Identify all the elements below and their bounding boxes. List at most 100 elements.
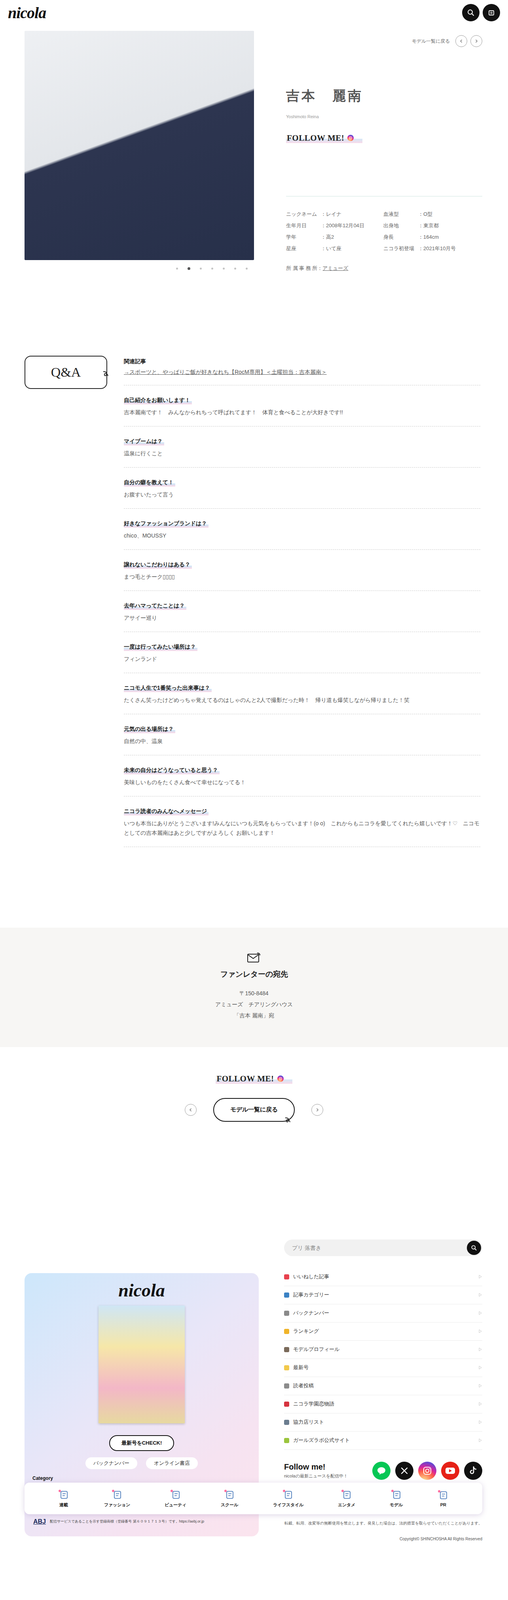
- info-row: 身長：164cm: [383, 233, 483, 241]
- answer: アサイー巡り: [123, 613, 481, 624]
- menu-item-label[interactable]: 読者投稿: [293, 1383, 475, 1391]
- category-item[interactable]: エンタメ: [337, 1490, 356, 1510]
- category-item[interactable]: PR: [437, 1490, 450, 1509]
- carousel-dot[interactable]: [211, 267, 214, 270]
- footer-menu-item[interactable]: ガールズラボ公式サイト: [284, 1433, 483, 1452]
- carousel-dots: [24, 266, 254, 271]
- instagram-icon[interactable]: [422, 1467, 433, 1477]
- footer-menu-item[interactable]: 協力店リスト: [284, 1414, 483, 1434]
- check-latest-text[interactable]: 最新号をCHECK!: [121, 1440, 163, 1449]
- prev-arrow-icon[interactable]: [184, 1105, 197, 1117]
- footer-menu-item[interactable]: いいねした記事: [284, 1269, 483, 1288]
- footer-menu-item[interactable]: ランキング: [284, 1323, 483, 1343]
- next-arrow-icon[interactable]: [470, 35, 483, 48]
- info-row: 星座：いて座: [286, 245, 384, 253]
- follow-me-text[interactable]: FOLLOW ME!: [216, 1074, 274, 1085]
- menu-item-label[interactable]: ニコラ学園恋物語: [293, 1401, 475, 1409]
- category-icon[interactable]: [282, 1490, 294, 1502]
- arrow-icon: [478, 1366, 483, 1371]
- category-item[interactable]: スクール: [220, 1490, 239, 1510]
- carousel-dot[interactable]: [199, 267, 202, 270]
- menu-icon[interactable]: [482, 3, 501, 22]
- category-item[interactable]: モデル: [389, 1490, 403, 1510]
- instagram-icon[interactable]: [347, 134, 354, 142]
- category-icon[interactable]: [169, 1490, 182, 1502]
- social-link[interactable]: [441, 1463, 460, 1482]
- social-link[interactable]: [395, 1463, 414, 1482]
- issue-link[interactable]: バックナンバー: [85, 1458, 138, 1471]
- follow-me-text[interactable]: FOLLOW ME!: [286, 133, 345, 144]
- site-logo[interactable]: nicola: [7, 3, 46, 23]
- tiktok-icon[interactable]: [468, 1467, 478, 1477]
- category-icon[interactable]: [57, 1490, 70, 1502]
- footer-left: nicola最新号をCHECK!バックナンバーオンライン書店ABJ配信サービスで…: [24, 1240, 259, 1538]
- follow-me-badge[interactable]: FOLLOW ME!: [215, 1074, 292, 1085]
- abj-logo[interactable]: ABJ: [33, 1519, 46, 1527]
- magazine-cover[interactable]: [98, 1306, 185, 1425]
- menu-item-label[interactable]: モデルプロフィール: [293, 1347, 475, 1355]
- carousel-dot[interactable]: [234, 267, 237, 270]
- line-icon[interactable]: [376, 1467, 387, 1477]
- search-icon[interactable]: [462, 3, 480, 22]
- category-icon[interactable]: [223, 1490, 236, 1502]
- footer-menu-item[interactable]: 読者投稿: [284, 1378, 483, 1397]
- qa-item: マイブームは？温泉に行くこと: [123, 426, 481, 469]
- next-arrow-icon[interactable]: [311, 1105, 324, 1117]
- menu-item-label[interactable]: 協力店リスト: [293, 1419, 475, 1428]
- footer-menu-item[interactable]: 最新号: [284, 1360, 483, 1379]
- footer-menu-item[interactable]: モデルプロフィール: [284, 1342, 483, 1361]
- category-heading: Category: [24, 1476, 483, 1483]
- social-link[interactable]: [464, 1463, 483, 1482]
- menu-item-label[interactable]: 記事カテゴリー: [293, 1292, 475, 1300]
- carousel-dot[interactable]: [176, 267, 179, 270]
- card-logo[interactable]: nicola: [118, 1281, 165, 1303]
- category-label[interactable]: 連載: [59, 1503, 69, 1510]
- check-latest-button[interactable]: 最新号をCHECK!: [109, 1436, 175, 1453]
- menu-item-label[interactable]: ランキング: [293, 1328, 475, 1337]
- category-item[interactable]: 連載: [57, 1490, 70, 1510]
- category-label[interactable]: ファッション: [104, 1503, 131, 1510]
- social-link[interactable]: [418, 1463, 437, 1482]
- category-label[interactable]: ライフスタイル: [272, 1503, 304, 1510]
- carousel-dot[interactable]: [245, 267, 248, 270]
- category-icon[interactable]: [437, 1490, 450, 1502]
- back-to-list-link[interactable]: モデル一覧に戻る: [411, 37, 450, 45]
- prev-arrow-icon[interactable]: [455, 35, 468, 48]
- issue-link[interactable]: オンライン書店: [145, 1458, 198, 1471]
- carousel-dot[interactable]: [222, 267, 225, 270]
- back-to-list-button[interactable]: モデル一覧に戻る: [213, 1099, 295, 1123]
- answer: 美味しいものをたくさん食べて幸せになってる！: [123, 778, 481, 788]
- category-label[interactable]: スクール: [220, 1503, 239, 1510]
- category-label[interactable]: PR: [440, 1503, 447, 1509]
- footer-menu-item[interactable]: バックナンバー: [284, 1305, 483, 1324]
- related-link[interactable]: →スポーツと、やっぱりご飯が好きなれち【RocM専用】＜土曜担当：吉本麗南＞: [123, 368, 327, 377]
- category-label[interactable]: エンタメ: [337, 1503, 356, 1510]
- menu-item-label[interactable]: ガールズラボ公式サイト: [293, 1438, 475, 1446]
- agency-label: 所 属 事 務 所：: [286, 265, 323, 272]
- category-icon[interactable]: [390, 1490, 403, 1502]
- menu-item-label[interactable]: 最新号: [293, 1365, 475, 1373]
- footer-menu-item[interactable]: 記事カテゴリー: [284, 1287, 483, 1306]
- x-icon[interactable]: [400, 1468, 409, 1477]
- instagram-icon[interactable]: [277, 1076, 284, 1083]
- follow-me-badge[interactable]: FOLLOW ME!: [286, 133, 363, 144]
- category-label[interactable]: ビューティ: [164, 1503, 187, 1510]
- category-item[interactable]: ライフスタイル: [272, 1490, 304, 1510]
- category-label[interactable]: モデル: [389, 1503, 403, 1510]
- carousel-dot[interactable]: [187, 267, 191, 271]
- category-item[interactable]: ビューティ: [164, 1490, 187, 1510]
- menu-item-label[interactable]: バックナンバー: [293, 1310, 475, 1318]
- menu-item-label[interactable]: いいねした記事: [293, 1274, 475, 1282]
- category-icon[interactable]: [111, 1490, 124, 1502]
- model-photo[interactable]: [24, 30, 254, 261]
- back-to-list-text[interactable]: モデル一覧に戻る: [230, 1106, 278, 1115]
- agency-link[interactable]: アミューズ: [322, 265, 349, 272]
- search-input[interactable]: [291, 1245, 467, 1253]
- search-icon[interactable]: [466, 1241, 482, 1257]
- category-icon[interactable]: [340, 1490, 353, 1502]
- category-item[interactable]: ファッション: [104, 1490, 131, 1510]
- social-link[interactable]: [372, 1463, 391, 1482]
- youtube-icon[interactable]: [445, 1468, 456, 1477]
- footer-menu-item[interactable]: ニコラ学園恋物語: [284, 1396, 483, 1415]
- list-nav: モデル一覧に戻る: [184, 1099, 324, 1123]
